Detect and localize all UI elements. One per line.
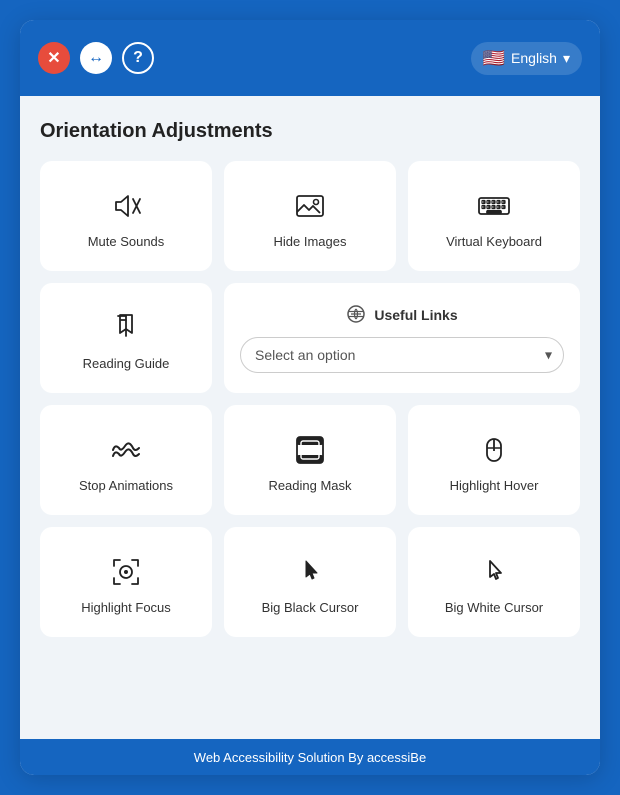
useful-links-icon (346, 304, 366, 327)
language-label: English (511, 50, 557, 66)
card-label: Virtual Keyboard (446, 234, 542, 249)
reading-guide-icon (108, 310, 144, 346)
section-title: Orientation Adjustments (40, 120, 580, 143)
stop-animations-icon (108, 432, 144, 468)
back-icon: ↔ (88, 49, 104, 67)
card-mute-sounds[interactable]: Mute Sounds (40, 161, 212, 271)
card-big-white-cursor[interactable]: Big White Cursor (408, 527, 580, 637)
titlebar: ✕ ↔ ? 🇺🇸 English ▾ (20, 20, 600, 96)
card-highlight-focus[interactable]: Highlight Focus (40, 527, 212, 637)
card-label: Highlight Hover (450, 478, 539, 493)
card-reading-mask[interactable]: Reading Mask (224, 405, 396, 515)
highlight-focus-icon (108, 554, 144, 590)
mute-sounds-icon (108, 188, 144, 224)
card-label: Stop Animations (79, 478, 173, 493)
card-hide-images[interactable]: Hide Images (224, 161, 396, 271)
chevron-down-icon: ▾ (563, 50, 570, 67)
footer-text: Web Accessibility Solution By accessiBe (194, 750, 426, 765)
content-area: Orientation Adjustments Mute Sounds (20, 96, 600, 739)
useful-links-text: Useful Links (374, 307, 457, 323)
useful-links-card: Useful Links Select an option Google Wik… (224, 283, 580, 393)
hide-images-icon (292, 188, 328, 224)
card-label: Mute Sounds (88, 234, 165, 249)
card-stop-animations[interactable]: Stop Animations (40, 405, 212, 515)
reading-mask-icon (292, 432, 328, 468)
titlebar-left: ✕ ↔ ? (38, 42, 154, 74)
useful-links-title: Useful Links (346, 304, 457, 327)
flag-icon: 🇺🇸 (483, 48, 505, 69)
help-button[interactable]: ? (122, 42, 154, 74)
card-reading-guide[interactable]: Reading Guide (40, 283, 212, 393)
card-label: Big White Cursor (445, 600, 543, 615)
virtual-keyboard-icon (476, 188, 512, 224)
cards-grid: Mute Sounds Hide Images (40, 161, 580, 637)
footer: Web Accessibility Solution By accessiBe (20, 739, 600, 775)
card-big-black-cursor[interactable]: Big Black Cursor (224, 527, 396, 637)
useful-links-select[interactable]: Select an option Google Wikipedia Access… (240, 337, 564, 373)
language-button[interactable]: 🇺🇸 English ▾ (471, 42, 582, 75)
big-white-cursor-icon (476, 554, 512, 590)
card-label: Hide Images (274, 234, 347, 249)
close-button[interactable]: ✕ (38, 42, 70, 74)
card-label: Big Black Cursor (262, 600, 359, 615)
useful-links-select-wrapper: Select an option Google Wikipedia Access… (240, 337, 564, 373)
card-highlight-hover[interactable]: Highlight Hover (408, 405, 580, 515)
highlight-hover-icon (476, 432, 512, 468)
card-label: Highlight Focus (81, 600, 171, 615)
card-virtual-keyboard[interactable]: Virtual Keyboard (408, 161, 580, 271)
card-label: Reading Mask (268, 478, 351, 493)
main-window: ✕ ↔ ? 🇺🇸 English ▾ Orientation Adjustmen… (20, 20, 600, 775)
big-black-cursor-icon (292, 554, 328, 590)
card-label: Reading Guide (83, 356, 170, 371)
back-button[interactable]: ↔ (80, 42, 112, 74)
